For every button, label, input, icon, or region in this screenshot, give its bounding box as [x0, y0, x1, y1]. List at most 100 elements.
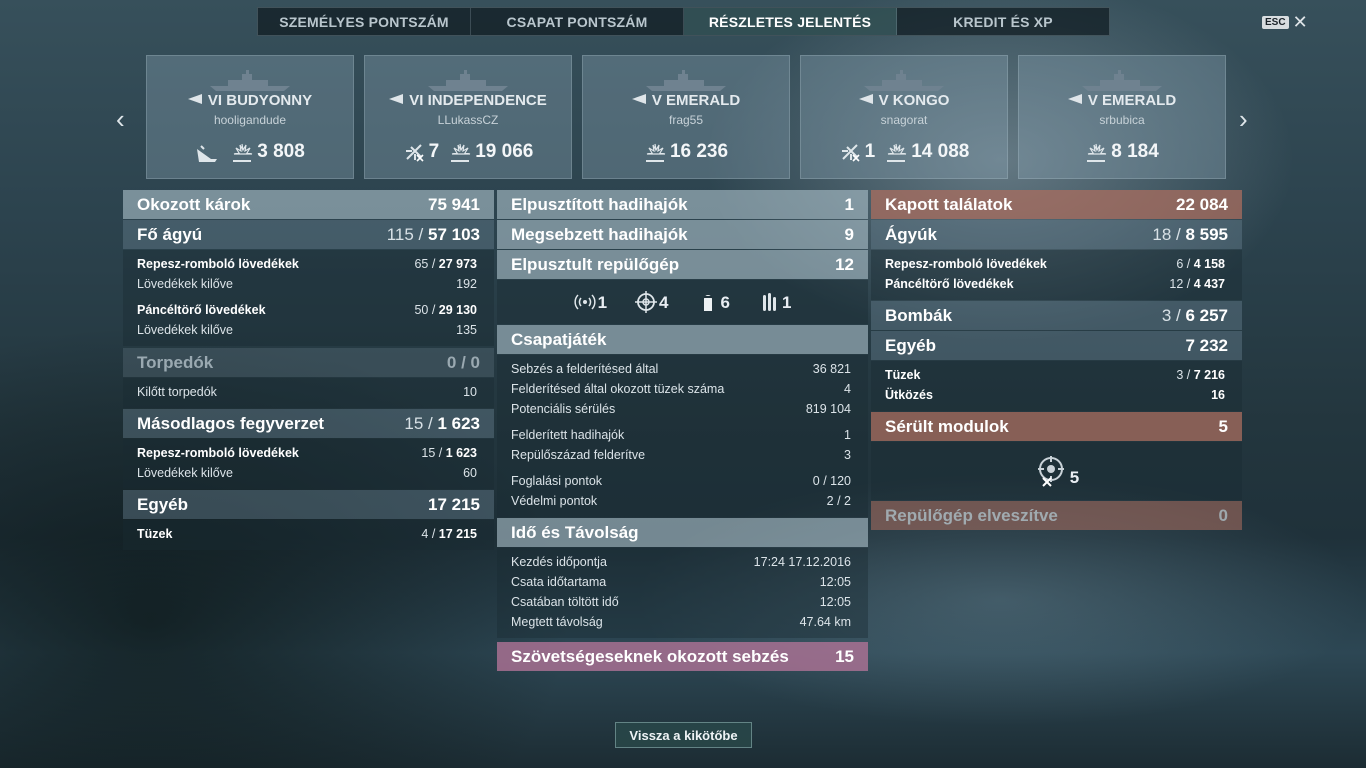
time-row-label: Csata időtartama	[511, 575, 607, 589]
received-hits-header: Kapott találatok 22 084	[871, 190, 1242, 219]
secondary-he-value: 1 623	[445, 446, 477, 460]
time-row-label: Csatában töltött idő	[511, 595, 619, 609]
teamplay-row-label: Felderítésed által okozott tüzek száma	[511, 382, 725, 396]
torpedoes-header: Torpedók 0 / 0	[123, 348, 494, 377]
player-name: srbubica	[1099, 113, 1145, 127]
main-guns-label: Fő ágyú	[137, 224, 203, 244]
spotting-stat: 1	[573, 291, 608, 313]
ship-silhouette-icon	[210, 70, 290, 91]
teamplay-row-label: Sebzés a felderítésed által	[511, 362, 659, 376]
ship-card[interactable]: VI INDEPENDENCE LLukassCZ 7 19 066	[364, 55, 572, 179]
main-guns-value: 57 103	[428, 224, 480, 244]
dealt-damage-header: Okozott károk 75 941	[123, 190, 494, 219]
next-arrow-icon[interactable]: ›	[1239, 106, 1248, 132]
torpedo-icon	[762, 293, 776, 311]
close-button[interactable]: ESC ✕	[1262, 13, 1308, 31]
he-shells-label: Repesz-romboló lövedékek	[137, 257, 299, 271]
secondary-fired-label: Lövedékek kilőve	[137, 466, 233, 480]
tab-team-score[interactable]: CSAPAT PONTSZÁM	[471, 8, 684, 35]
card-stat-value: 14 088	[911, 141, 970, 162]
received-bombs-header: Bombák 3 / 6 257	[871, 301, 1242, 330]
battle-stats-column: Elpusztított hadihajók 1 Megsebzett hadih…	[497, 190, 868, 672]
time-row-label: Kezdés időpontja	[511, 555, 607, 569]
received-guns-header: Ágyúk 18 / 8 595	[871, 220, 1242, 249]
teamplay-row-value: 2 / 2	[826, 494, 851, 508]
teamplay-row-label: Repülőszázad felderítve	[511, 448, 646, 462]
ap-fired-value: 135	[456, 323, 477, 337]
teamplay-row-label: Felderített hadihajók	[511, 428, 625, 442]
ship-name: VI BUDYONNY	[147, 92, 353, 109]
secondary-he-hits: 15	[421, 446, 436, 460]
ship-card[interactable]: V EMERALD srbubica 8 184	[1018, 55, 1226, 179]
destroyed-ships-value: 1	[844, 194, 854, 214]
close-icon[interactable]: ✕	[1293, 13, 1308, 31]
card-stats: 8 184	[1019, 141, 1225, 163]
ship-card[interactable]: V KONGO snagorat 1 14 088	[800, 55, 1008, 179]
teamplay-row-label: Potenciális sérülés	[511, 402, 616, 416]
tab-detailed-report[interactable]: RÉSZLETES JELENTÉS	[684, 8, 897, 35]
ship-name-label: V EMERALD	[651, 92, 741, 109]
torpedo-hits-stat: 1	[758, 291, 791, 313]
plane-destroyed-icon	[405, 144, 424, 162]
tab-personal-score[interactable]: SZEMÉLYES PONTSZÁM	[258, 8, 471, 35]
ship-silhouette-icon	[864, 70, 944, 91]
teamplay-row-value: 4	[844, 382, 851, 396]
card-stat: 8 184	[1085, 141, 1159, 163]
teamplay-row-value: 3	[844, 448, 851, 462]
other-damage-details: Tüzek 4 / 17 215	[123, 520, 494, 550]
received-ap-hits: 12	[1169, 277, 1184, 291]
main-guns-hits: 115	[386, 224, 414, 244]
main-guns-details: Repesz-romboló lövedékek 65 / 27 973 Löve…	[123, 250, 494, 346]
ship-card[interactable]: VI BUDYONNY hooligandude 3 808	[146, 55, 354, 179]
ship-class-icon	[187, 94, 202, 104]
damaged-ships-header: Megsebzett hadihajók 9	[497, 220, 868, 249]
damage-burst-icon	[451, 143, 471, 162]
player-name: frag55	[668, 113, 704, 127]
ship-silhouette-icon	[1082, 70, 1162, 91]
plane-destroyed-icon	[841, 144, 860, 162]
card-stat-value: 19 066	[475, 141, 534, 162]
card-stat: 7	[403, 141, 439, 163]
destroyed-ships-header: Elpusztított hadihajók 1	[497, 190, 868, 219]
damage-burst-icon	[1087, 143, 1107, 162]
torpedoes-label: Torpedók	[137, 352, 214, 372]
list-item: Foglalási pontok 0 / 120	[497, 471, 868, 491]
main-guns-header: Fő ágyú 115 / 57 103	[123, 220, 494, 249]
destroyed-ships-label: Elpusztított hadihajók	[511, 194, 688, 214]
module-damage-stat: 5	[871, 442, 1242, 500]
card-stat-value: 1	[864, 141, 876, 162]
planes-destroyed-value: 12	[835, 254, 854, 274]
damaged-ships-value: 9	[844, 224, 854, 244]
radar-icon	[573, 294, 596, 310]
spotting-value: 1	[597, 293, 608, 312]
ship-name-label: V EMERALD	[1087, 92, 1177, 109]
allied-damage-value: 15	[835, 646, 854, 666]
other-damage-label: Egyéb	[137, 494, 189, 514]
time-distance-label: Idő és Távolság	[511, 522, 639, 542]
secondary-header: Másodlagos fegyverzet 15 / 1 623	[123, 409, 494, 438]
shell-icon	[703, 295, 712, 311]
tab-credits-xp[interactable]: KREDIT ÉS XP	[897, 8, 1109, 35]
esc-key-label: ESC	[1262, 15, 1289, 29]
card-stat-value: 16 236	[669, 141, 729, 162]
teamplay-row-value: 0 / 120	[812, 474, 851, 488]
ship-card[interactable]: V EMERALD frag55 16 236	[582, 55, 790, 179]
list-item: Potenciális sérülés 819 104	[497, 399, 868, 419]
received-fires-label: Tüzek	[885, 368, 921, 382]
planes-lost-header: Repülőgép elveszítve 0	[871, 501, 1242, 530]
received-he-label: Repesz-romboló lövedékek	[885, 257, 1047, 271]
allied-damage-header: Szövetségeseknek okozott sebzés 15	[497, 642, 868, 671]
crosshair-icon	[635, 291, 658, 313]
player-name: LLukassCZ	[437, 113, 499, 127]
prev-arrow-icon[interactable]: ‹	[116, 106, 125, 132]
teamplay-row-label: Foglalási pontok	[511, 474, 603, 488]
module-damage-icon	[1037, 456, 1064, 487]
ship-silhouette-icon	[428, 70, 508, 91]
teamplay-row-label: Védelmi pontok	[511, 494, 598, 508]
received-guns-value: 8 595	[1185, 224, 1228, 244]
return-to-port-button[interactable]: Vissza a kikötőbe	[615, 722, 752, 748]
ship-name-label: VI BUDYONNY	[207, 92, 313, 109]
card-stat: 19 066	[449, 141, 533, 163]
received-guns-details: Repesz-romboló lövedékek 6 / 4 158 Páncél…	[871, 250, 1242, 300]
time-row-value: 17:24 17.12.2016	[753, 555, 851, 569]
